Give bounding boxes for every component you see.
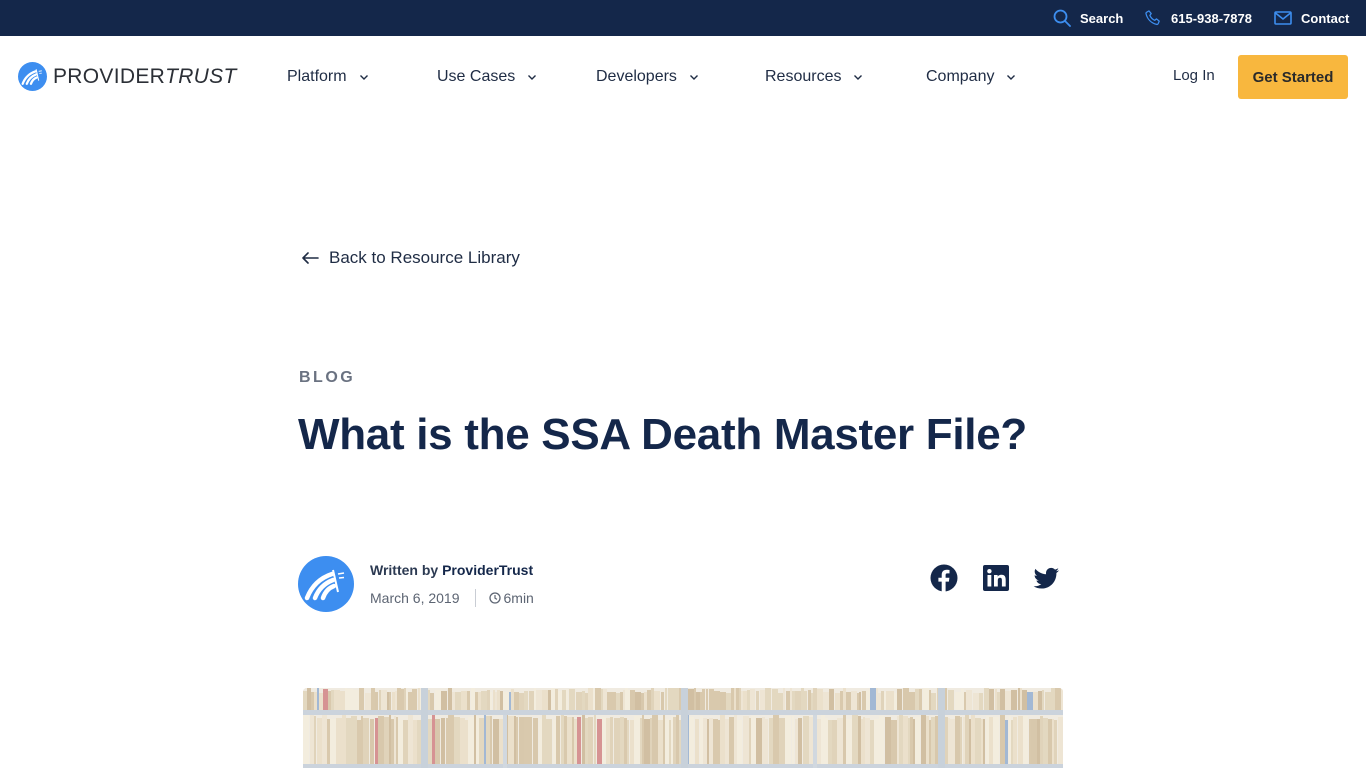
phone-link[interactable]: 615-938-7878 bbox=[1144, 0, 1252, 36]
logo-text-trust: TRUST bbox=[165, 64, 237, 88]
main-nav: PROVIDERTRUST Platform Use Cases Develop… bbox=[0, 36, 1366, 118]
article-meta: March 6, 2019 6min bbox=[370, 589, 534, 607]
twitter-icon[interactable] bbox=[1032, 564, 1060, 592]
chevron-down-icon bbox=[528, 75, 537, 80]
nav-item-use-cases[interactable]: Use Cases bbox=[437, 66, 537, 88]
nav-label: Developers bbox=[596, 68, 677, 85]
linkedin-icon[interactable] bbox=[982, 564, 1010, 592]
chevron-down-icon bbox=[1007, 75, 1016, 80]
author-name[interactable]: ProviderTrust bbox=[442, 562, 533, 578]
nav-item-resources[interactable]: Resources bbox=[765, 66, 863, 88]
hero-image-shelves bbox=[303, 688, 1063, 768]
logo-text-provider: PROVIDER bbox=[53, 64, 166, 88]
logo[interactable]: PROVIDERTRUST bbox=[18, 62, 237, 91]
back-to-library-link[interactable]: Back to Resource Library bbox=[301, 248, 520, 268]
author-avatar bbox=[298, 556, 354, 612]
nav-label: Company bbox=[926, 68, 995, 85]
nav-label: Use Cases bbox=[437, 68, 516, 85]
contact-label: Contact bbox=[1301, 10, 1350, 26]
byline-prefix: Written by bbox=[370, 562, 439, 578]
read-time: 6min bbox=[503, 590, 534, 606]
article-title: What is the SSA Death Master File? bbox=[298, 410, 1027, 459]
logo-mark-icon bbox=[18, 62, 47, 91]
phone-icon bbox=[1144, 9, 1162, 27]
nav-item-developers[interactable]: Developers bbox=[596, 66, 699, 88]
contact-link[interactable]: Contact bbox=[1274, 0, 1349, 36]
phone-label: 615-938-7878 bbox=[1171, 10, 1252, 26]
get-started-button[interactable]: Get Started bbox=[1238, 55, 1348, 99]
search-label: Search bbox=[1080, 10, 1124, 26]
meta-divider bbox=[474, 589, 476, 607]
arrow-left-icon bbox=[302, 252, 319, 264]
chevron-down-icon bbox=[854, 75, 863, 80]
facebook-icon[interactable] bbox=[930, 564, 958, 592]
hero-image bbox=[303, 688, 1063, 768]
search-icon bbox=[1053, 9, 1071, 27]
nav-item-platform[interactable]: Platform bbox=[287, 66, 369, 88]
search-link[interactable]: Search bbox=[1053, 0, 1123, 36]
login-link[interactable]: Log In bbox=[1173, 67, 1215, 84]
utility-bar: Search 615-938-7878 Contact bbox=[0, 0, 1366, 36]
nav-label: Platform bbox=[287, 68, 347, 85]
clock-icon bbox=[488, 592, 501, 604]
chevron-down-icon bbox=[359, 75, 368, 80]
nav-label: Resources bbox=[765, 68, 842, 85]
nav-item-company[interactable]: Company bbox=[926, 66, 1016, 88]
logo-text: PROVIDERTRUST bbox=[53, 65, 237, 89]
back-link-label: Back to Resource Library bbox=[329, 248, 520, 267]
article-category: BLOG bbox=[299, 369, 356, 386]
author-byline: Written by ProviderTrust bbox=[370, 562, 533, 578]
mail-icon bbox=[1274, 11, 1292, 25]
chevron-down-icon bbox=[689, 75, 698, 80]
publish-date: March 6, 2019 bbox=[370, 590, 460, 606]
